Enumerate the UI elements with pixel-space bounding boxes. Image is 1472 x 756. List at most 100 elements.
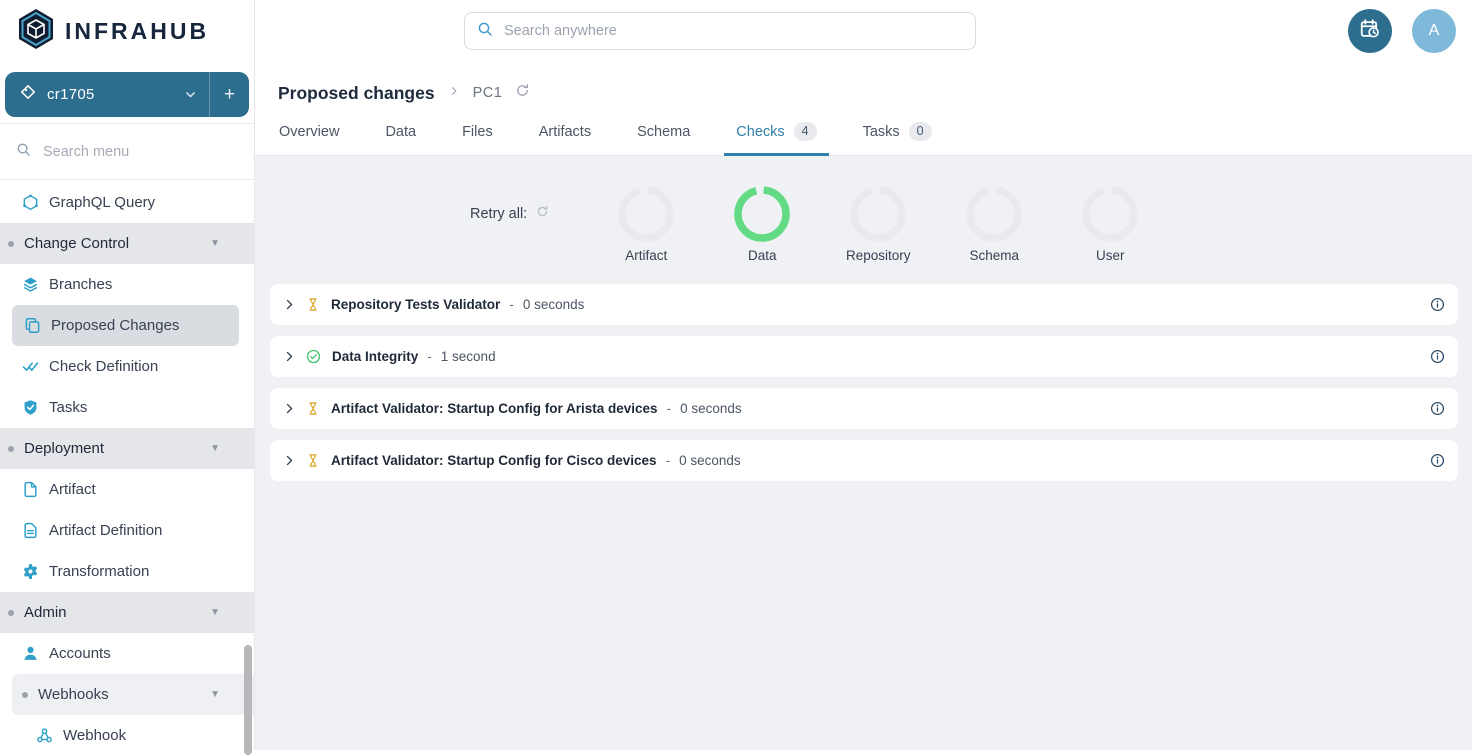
chevron-right-icon[interactable] [283, 402, 296, 415]
sidebar-search[interactable] [0, 124, 254, 180]
validator-row[interactable]: Data Integrity - 1 second [270, 336, 1458, 377]
info-icon[interactable] [1430, 453, 1445, 468]
ring-schema[interactable]: Schema [958, 186, 1030, 263]
topbar: A [255, 0, 1472, 62]
branch-selector-main[interactable]: cr1705 [5, 72, 209, 117]
sidebar-section-admin[interactable]: Admin ▼ [0, 592, 254, 633]
sidebar-menu: GraphQL Query Change Control ▼ Branches … [0, 180, 254, 756]
hourglass-icon [306, 401, 320, 416]
validator-name: Data Integrity [332, 349, 418, 364]
branch-selector[interactable]: cr1705 + [5, 72, 249, 117]
sidebar-item-label: Artifact Definition [49, 522, 162, 539]
caret-down-icon: ▼ [210, 607, 220, 618]
validator-name: Artifact Validator: Startup Config for A… [331, 401, 658, 416]
tab-label: Checks [736, 124, 784, 140]
status-icon [306, 453, 320, 468]
branch-icon [20, 84, 36, 105]
status-icon [306, 401, 320, 416]
sidebar-subsection-webhooks[interactable]: Webhooks ▼ [12, 674, 254, 715]
sidebar-search-input[interactable] [41, 143, 211, 161]
time-travel-button[interactable] [1348, 9, 1392, 53]
sidebar-section-change-control[interactable]: Change Control ▼ [0, 223, 254, 264]
file-lines-icon [22, 522, 39, 539]
tab-data[interactable]: Data [385, 120, 416, 155]
hourglass-icon [306, 297, 320, 312]
sidebar-item-label: Webhook [63, 727, 126, 744]
chevron-right-icon[interactable] [283, 454, 296, 467]
sidebar-item-artifact[interactable]: Artifact [0, 469, 254, 510]
tab-schema[interactable]: Schema [637, 120, 690, 155]
search-icon [477, 21, 493, 42]
global-search[interactable] [464, 12, 976, 50]
infrahub-logo-icon [16, 8, 56, 55]
sidebar-scrollbar[interactable] [244, 645, 252, 755]
caret-down-icon: ▼ [210, 443, 220, 454]
shield-check-icon [22, 399, 39, 416]
refresh-icon[interactable] [536, 205, 549, 223]
tab-label: Data [385, 124, 416, 140]
tab-checks[interactable]: Checks 4 [736, 120, 816, 155]
tab-tasks[interactable]: Tasks0 [863, 120, 932, 155]
info-icon[interactable] [1430, 401, 1445, 416]
sidebar-item-check-definition[interactable]: Check Definition [0, 346, 254, 387]
bullet-icon [8, 610, 14, 616]
validator-name: Repository Tests Validator [331, 297, 500, 312]
validator-list: Repository Tests Validator - 0 seconds [270, 284, 1458, 481]
ring-data[interactable]: Data [726, 186, 798, 263]
chevron-down-icon [184, 88, 197, 101]
validator-row[interactable]: Repository Tests Validator - 0 seconds [270, 284, 1458, 325]
validator-duration: 0 seconds [523, 297, 585, 312]
caret-down-icon: ▼ [210, 689, 220, 700]
chevron-right-icon[interactable] [283, 350, 296, 363]
tab-label: Overview [279, 124, 339, 140]
ring-user[interactable]: User [1074, 186, 1146, 263]
validator-duration: 1 second [441, 349, 496, 364]
validator-name: Artifact Validator: Startup Config for C… [331, 453, 657, 468]
sidebar-item-accounts[interactable]: Accounts [0, 633, 254, 674]
add-branch-button[interactable]: + [210, 72, 249, 117]
breadcrumb-current[interactable]: PC1 [473, 85, 503, 101]
logo-text: INFRAHUB [65, 18, 209, 45]
logo[interactable]: INFRAHUB [0, 0, 254, 62]
double-check-icon [22, 358, 39, 375]
avatar[interactable]: A [1412, 9, 1456, 53]
validator-row[interactable]: Artifact Validator: Startup Config for A… [270, 388, 1458, 429]
tab-badge: 4 [794, 122, 817, 141]
sidebar-item-proposed-changes[interactable]: Proposed Changes [12, 305, 239, 346]
status-icon [306, 349, 321, 364]
bullet-icon [22, 692, 28, 698]
sidebar-item-transformation[interactable]: Transformation [0, 551, 254, 592]
chevron-right-icon[interactable] [283, 298, 296, 311]
tab-files[interactable]: Files [462, 120, 493, 155]
check-circle-icon [306, 349, 321, 364]
sidebar: INFRAHUB cr1705 + [0, 0, 255, 750]
global-search-input[interactable] [502, 22, 963, 40]
sidebar-section-deployment[interactable]: Deployment ▼ [0, 428, 254, 469]
validator-row[interactable]: Artifact Validator: Startup Config for C… [270, 440, 1458, 481]
separator: - [667, 401, 672, 416]
main-area: A Proposed changes PC1 Overview Data Fil… [255, 0, 1472, 750]
tab-artifacts[interactable]: Artifacts [539, 120, 591, 155]
info-icon[interactable] [1430, 297, 1445, 312]
page-title: Proposed changes [278, 83, 435, 104]
validator-rings: Artifact Data Repository Schema [610, 186, 1146, 263]
refresh-icon[interactable] [515, 83, 530, 103]
ring-label: Repository [846, 248, 911, 263]
sidebar-item-artifact-definition[interactable]: Artifact Definition [0, 510, 254, 551]
section-label: Admin [24, 604, 67, 621]
bullet-icon [8, 241, 14, 247]
tab-overview[interactable]: Overview [279, 120, 339, 155]
retry-all[interactable]: Retry all: [470, 186, 549, 242]
separator: - [509, 297, 514, 312]
sidebar-item-label: Artifact [49, 481, 96, 498]
ring-artifact[interactable]: Artifact [610, 186, 682, 263]
tab-label: Files [462, 124, 493, 140]
tab-label: Artifacts [539, 124, 591, 140]
info-icon[interactable] [1430, 349, 1445, 364]
sidebar-item-tasks[interactable]: Tasks [0, 387, 254, 428]
sidebar-item-branches[interactable]: Branches [0, 264, 254, 305]
person-icon [22, 645, 39, 662]
sidebar-item-graphql-query[interactable]: GraphQL Query [0, 182, 254, 223]
ring-repository[interactable]: Repository [842, 186, 914, 263]
branch-name: cr1705 [47, 86, 95, 103]
